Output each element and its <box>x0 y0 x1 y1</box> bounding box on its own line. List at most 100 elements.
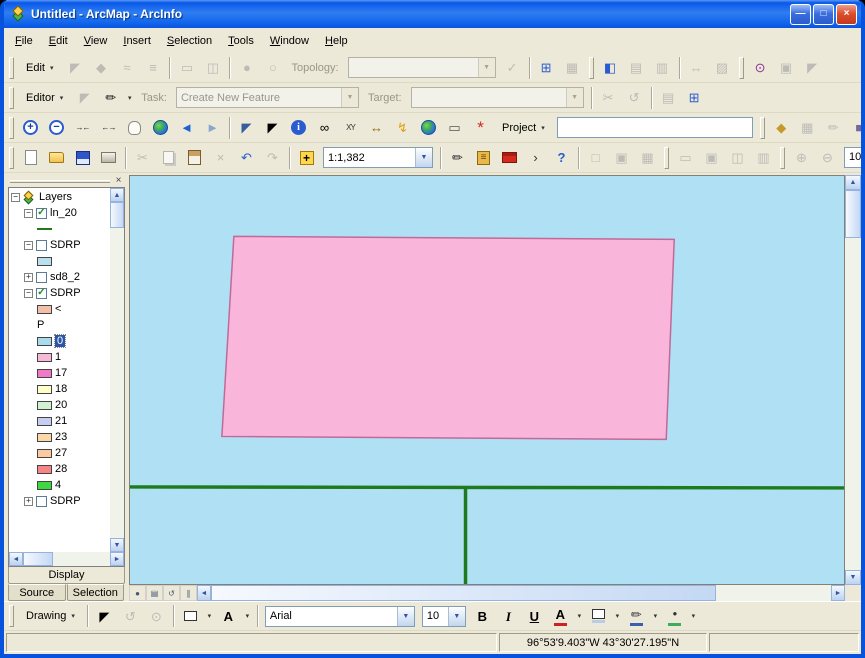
layer-visibility-checkbox[interactable]: ✓ <box>36 208 47 219</box>
collapse-expander-icon[interactable]: − <box>24 209 33 218</box>
toc-row[interactable]: 28 <box>9 461 110 477</box>
collapse-expander-icon[interactable]: − <box>11 193 20 202</box>
back-extent-button[interactable]: ◄ <box>174 115 199 140</box>
viewer-window-tool-button[interactable]: ▭ <box>442 115 467 140</box>
layer-label[interactable]: 23 <box>55 431 67 443</box>
hyperlink-button[interactable]: ↯ <box>390 115 415 140</box>
legend-swatch[interactable] <box>37 337 52 346</box>
toc-row[interactable]: 18 <box>9 381 110 397</box>
map-scroll-left-icon[interactable]: ◄ <box>197 585 211 601</box>
map-scroll-up-icon[interactable]: ▲ <box>845 175 861 190</box>
layer-visibility-checkbox[interactable] <box>36 272 47 283</box>
save-button[interactable] <box>70 145 95 170</box>
toc-vertical-scrollbar[interactable]: ▲ ▼ <box>110 188 124 552</box>
open-button[interactable] <box>44 145 69 170</box>
toc-scroll-left-icon[interactable]: ◄ <box>9 552 23 566</box>
text-tool-dropdown[interactable]: ▾ <box>242 604 253 629</box>
legend-swatch[interactable] <box>37 481 52 490</box>
toc-row[interactable] <box>9 253 110 269</box>
map-line-feature-1[interactable] <box>130 487 844 488</box>
toc-scroll-up-icon[interactable]: ▲ <box>110 188 124 202</box>
select-elements-tool-button[interactable]: ◤ <box>92 604 117 629</box>
font-color-dropdown[interactable]: ▾ <box>574 604 585 629</box>
undo-button[interactable]: ↶ <box>234 145 259 170</box>
layer-label[interactable]: 17 <box>55 367 67 379</box>
layout-zoom-input[interactable]: 100% <box>844 147 861 168</box>
layer-label[interactable]: 27 <box>55 447 67 459</box>
menu-tools[interactable]: Tools <box>220 32 262 50</box>
whats-this-button[interactable]: ? <box>549 145 574 170</box>
toc-row[interactable]: 4 <box>9 477 110 493</box>
layer-label[interactable]: ln_20 <box>50 207 77 219</box>
edit-menu-button[interactable]: Edit▾ <box>18 57 61 79</box>
menu-selection[interactable]: Selection <box>159 32 220 50</box>
layer-label[interactable]: Layers <box>39 191 72 203</box>
full-extent-button[interactable] <box>148 115 173 140</box>
sketch-tool-palette-dropdown[interactable]: ▾ <box>124 85 135 110</box>
add-data-button[interactable]: + <box>294 145 319 170</box>
key-tool-button[interactable]: ◆ <box>769 115 794 140</box>
menu-view[interactable]: View <box>76 32 116 50</box>
maximize-button[interactable]: □ <box>813 4 834 25</box>
marker-color-dropdown[interactable]: ▾ <box>688 604 699 629</box>
line-color-button[interactable]: ✏ <box>624 604 649 629</box>
toc-row[interactable]: 23 <box>9 429 110 445</box>
tools-toolbar-grip[interactable] <box>9 117 14 139</box>
new-map-button[interactable] <box>18 145 43 170</box>
layer-label[interactable]: P <box>37 319 44 331</box>
map-topology-button[interactable]: ⊞ <box>534 55 559 80</box>
toc-hscroll-track[interactable] <box>53 552 110 566</box>
legend-swatch[interactable] <box>37 433 52 442</box>
menu-window[interactable]: Window <box>262 32 317 50</box>
layer-label[interactable]: 28 <box>55 463 67 475</box>
refresh-view-button[interactable]: ↺ <box>163 585 180 601</box>
pan-button[interactable] <box>122 115 147 140</box>
toc-row[interactable]: 21 <box>9 413 110 429</box>
layout-right-grip[interactable] <box>780 147 785 169</box>
toc-hscroll-thumb[interactable] <box>23 552 53 566</box>
toc-scroll-down-icon[interactable]: ▼ <box>110 538 124 552</box>
layer-label[interactable]: < <box>55 303 61 315</box>
snapping-button[interactable]: ⊙ <box>748 55 773 80</box>
print-button[interactable] <box>96 145 121 170</box>
toc-row[interactable]: +SDRP <box>9 493 110 509</box>
sketch-properties-button[interactable]: ⊞ <box>682 85 707 110</box>
minimize-button[interactable]: — <box>790 4 811 25</box>
legend-swatch[interactable] <box>37 465 52 474</box>
font-size-combo-dropdown-icon[interactable]: ▼ <box>448 607 465 626</box>
toc-drag-grip[interactable] <box>10 180 110 183</box>
editor-toolbar-toggle-button[interactable]: ✏ <box>445 145 470 170</box>
scale-combo[interactable]: 1:1,382▼ <box>323 147 433 168</box>
close-button[interactable]: × <box>836 4 857 25</box>
toc-row[interactable]: −SDRP <box>9 237 110 253</box>
menu-insert[interactable]: Insert <box>115 32 159 50</box>
sketch-tool-button[interactable]: ✏ <box>98 85 123 110</box>
line-color-dropdown[interactable]: ▾ <box>650 604 661 629</box>
titlebar[interactable]: Untitled - ArcMap - ArcInfo — □ × <box>4 0 861 28</box>
select-elements-button[interactable]: ◤ <box>260 115 285 140</box>
data-view-button[interactable]: ● <box>129 585 146 601</box>
toc-row[interactable]: P <box>9 317 110 333</box>
layer-label[interactable]: SDRP <box>50 287 81 299</box>
tab-source[interactable]: Source <box>8 584 66 601</box>
legend-label-selected[interactable]: 0 <box>55 335 65 347</box>
map-horizontal-scrollbar[interactable]: ◄ ► <box>197 585 845 601</box>
map-vscroll-thumb[interactable] <box>845 190 861 238</box>
toc-row[interactable]: − Layers <box>9 189 110 205</box>
font-combo[interactable]: Arial▼ <box>265 606 415 627</box>
layer-label[interactable]: 18 <box>55 383 67 395</box>
arccatalog-button[interactable]: ≡ <box>471 145 496 170</box>
legend-swatch[interactable] <box>37 353 52 362</box>
layer-visibility-checkbox[interactable] <box>36 496 47 507</box>
expand-expander-icon[interactable]: + <box>24 273 33 282</box>
tab-selection[interactable]: Selection <box>67 584 125 601</box>
underline-button[interactable]: U <box>522 604 547 629</box>
toc-row[interactable]: +sd8_2 <box>9 269 110 285</box>
project-menu-button[interactable]: Project▾ <box>494 117 553 139</box>
toc-scroll-right-icon[interactable]: ► <box>110 552 124 566</box>
italic-button[interactable]: I <box>496 604 521 629</box>
forward-extent-button[interactable]: ► <box>200 115 225 140</box>
clipped-tool-button[interactable]: ■ <box>847 115 861 140</box>
font-color-button[interactable]: A <box>548 604 573 629</box>
snapping-toolbar-grip[interactable] <box>739 57 744 79</box>
